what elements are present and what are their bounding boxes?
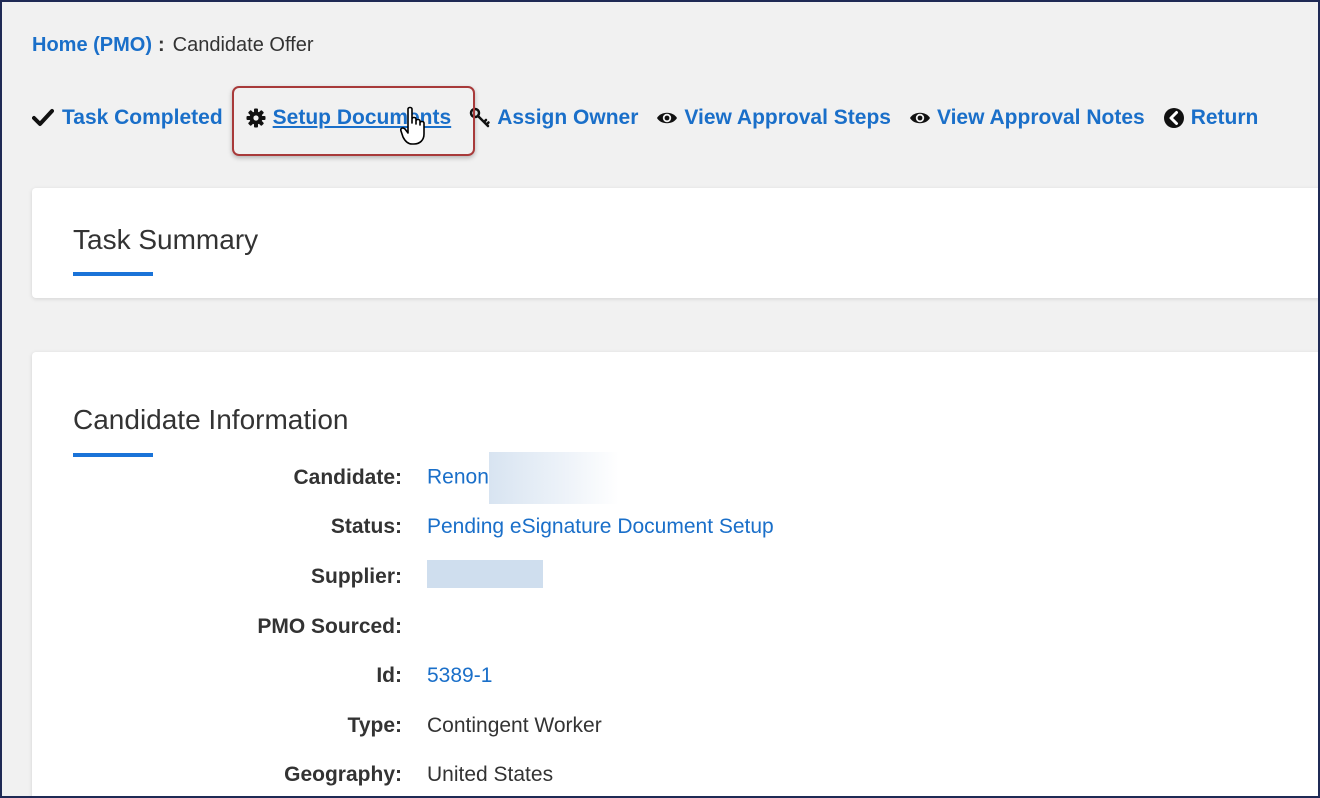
view-approval-notes-action[interactable]: View Approval Notes <box>909 106 1145 130</box>
status-row: Status: Pending eSignature Document Setu… <box>32 512 932 542</box>
setup-documents-action[interactable]: Setup Documents <box>245 106 452 130</box>
candidate-information-card: Candidate Information Candidate: Renon S… <box>32 352 1318 796</box>
type-label: Type: <box>347 714 402 737</box>
breadcrumb-separator: : <box>158 34 165 56</box>
redacted-area <box>427 560 543 588</box>
geography-value: United States <box>427 763 554 786</box>
id-row: Id: 5389-1 <box>32 661 932 691</box>
pmo-sourced-row: PMO Sourced: <box>32 612 932 642</box>
return-action[interactable]: Return <box>1163 106 1259 130</box>
redacted-area <box>488 452 619 504</box>
candidate-row: Candidate: Renon <box>32 452 932 504</box>
app-frame: Home (PMO) : Candidate Offer Task Comple… <box>0 0 1320 798</box>
status-label: Status: <box>330 515 402 538</box>
breadcrumb-home-link[interactable]: Home (PMO) <box>32 34 152 57</box>
arrow-left-circle-icon <box>1163 107 1185 129</box>
eye-icon <box>656 107 678 129</box>
pmo-sourced-label: PMO Sourced: <box>257 615 402 638</box>
supplier-row: Supplier: <box>32 560 932 594</box>
geography-label: Geography: <box>284 763 402 786</box>
candidate-name: Renon <box>427 465 489 489</box>
key-icon <box>469 107 491 129</box>
eye-icon <box>909 107 931 129</box>
gear-icon <box>245 107 267 129</box>
candidate-information-underline <box>73 453 153 457</box>
id-value-link[interactable]: 5389-1 <box>427 664 492 688</box>
task-completed-action[interactable]: Task Completed <box>32 106 223 130</box>
assign-owner-label: Assign Owner <box>497 106 639 129</box>
breadcrumb: Home (PMO) : Candidate Offer <box>32 34 314 57</box>
view-approval-notes-label: View Approval Notes <box>936 106 1145 129</box>
type-row: Type: Contingent Worker <box>32 711 932 741</box>
supplier-value <box>427 560 543 594</box>
breadcrumb-current: Candidate Offer <box>172 34 314 56</box>
view-approval-steps-label: View Approval Steps <box>684 106 891 129</box>
supplier-label: Supplier: <box>310 565 402 588</box>
task-completed-label: Task Completed <box>62 106 223 129</box>
setup-documents-label: Setup Documents <box>272 106 452 129</box>
candidate-value-link[interactable]: Renon <box>427 452 619 504</box>
id-label: Id: <box>376 664 402 687</box>
assign-owner-action[interactable]: Assign Owner <box>469 106 638 130</box>
candidate-label: Candidate: <box>293 466 402 489</box>
checkmark-icon <box>32 107 54 129</box>
geography-row: Geography: United States <box>32 760 932 790</box>
task-summary-title: Task Summary <box>73 224 259 255</box>
status-value-link[interactable]: Pending eSignature Document Setup <box>427 515 774 539</box>
task-summary-card: Task Summary <box>32 188 1318 298</box>
task-summary-underline <box>73 272 153 276</box>
type-value: Contingent Worker <box>427 714 602 737</box>
return-label: Return <box>1190 106 1259 129</box>
candidate-information-title: Candidate Information <box>73 404 349 435</box>
action-toolbar: Task Completed Setup Documents Assign Ow… <box>32 102 1276 134</box>
view-approval-steps-action[interactable]: View Approval Steps <box>656 106 891 130</box>
